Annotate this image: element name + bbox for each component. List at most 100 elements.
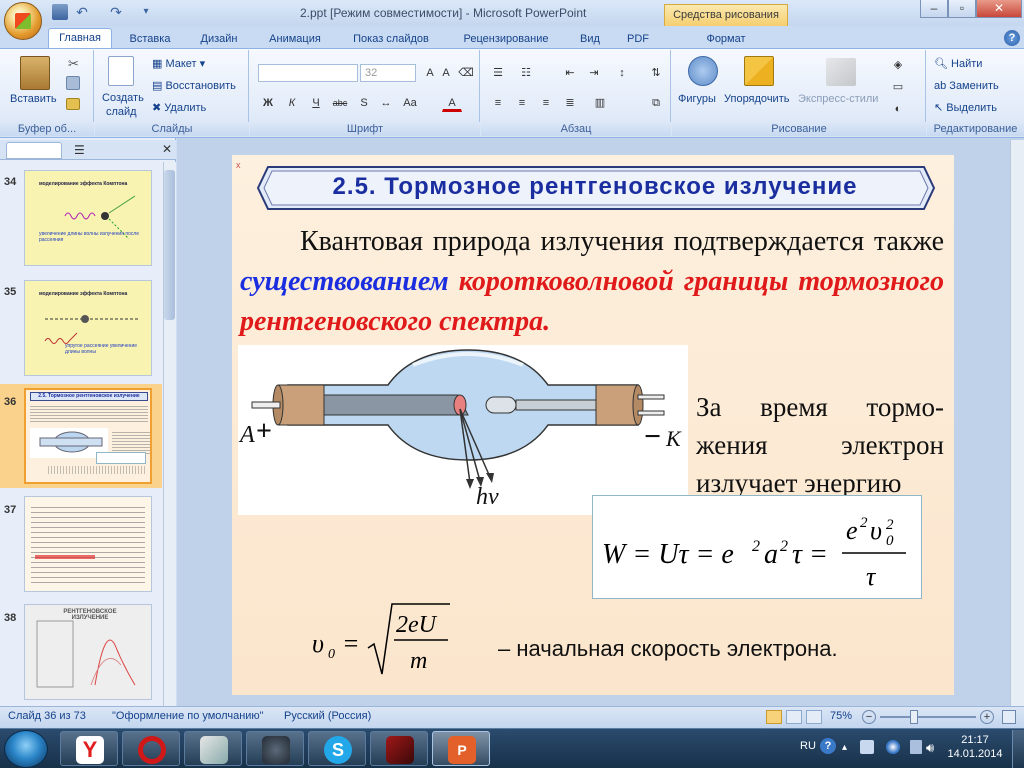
zoom-slider[interactable] (880, 716, 976, 718)
layout-button[interactable]: ▦ Макет ▾ (152, 56, 205, 72)
taskbar-powerpoint[interactable]: P (432, 731, 490, 766)
clear-format-icon[interactable]: ⌫ (456, 64, 476, 82)
tab-animation[interactable]: Анимация (258, 30, 332, 49)
new-slide-label-1[interactable]: Создать (102, 92, 144, 104)
find-button[interactable]: 🔍︎ Найти (934, 56, 982, 72)
bold-button[interactable]: Ж (258, 94, 278, 112)
taskbar-steam[interactable] (246, 731, 304, 766)
start-button[interactable] (4, 730, 48, 768)
slide-paragraph[interactable]: Квантовая природа излучения подтверждает… (240, 222, 944, 342)
slideshow-view-icon[interactable] (806, 710, 822, 724)
maximize-button[interactable]: ▫ (948, 0, 976, 18)
tray-app-icon[interactable] (886, 740, 900, 754)
volume-icon[interactable]: 🔊︎ (926, 740, 934, 756)
paste-icon[interactable] (20, 56, 50, 90)
indent-more-icon[interactable]: ⇥ (584, 64, 604, 82)
outline-tab-icon[interactable]: ☰ (74, 143, 85, 157)
columns-icon[interactable]: ▥ (590, 94, 610, 112)
help-tray-icon[interactable]: ? (820, 738, 836, 754)
line-spacing-icon[interactable]: ↕ (612, 64, 632, 82)
taskbar-yandex[interactable]: Y (60, 731, 118, 766)
indent-less-icon[interactable]: ⇤ (560, 64, 580, 82)
quick-styles-icon[interactable] (826, 58, 856, 86)
format-painter-icon[interactable] (66, 98, 80, 110)
save-icon[interactable] (52, 4, 68, 20)
justify-icon[interactable]: ≣ (560, 94, 580, 112)
velocity-caption[interactable]: – начальная скорость электрона. (498, 636, 838, 662)
side-text[interactable]: За время тормо-жения электрон излучает э… (696, 388, 944, 502)
font-size-input[interactable]: 32 (360, 64, 416, 82)
battery-icon[interactable] (910, 740, 922, 754)
velocity-formula[interactable]: υ 0 = 2eU m (310, 600, 460, 680)
normal-view-icon[interactable] (766, 710, 782, 724)
delete-button[interactable]: ✖ Удалить (152, 100, 206, 116)
zoom-out-icon[interactable]: − (862, 710, 876, 724)
tab-design[interactable]: Дизайн (190, 30, 248, 49)
align-left-icon[interactable]: ≡ (488, 94, 508, 112)
tray-expand-icon[interactable]: ▴ (842, 742, 847, 753)
strike-button[interactable]: abc (330, 94, 350, 112)
reset-button[interactable]: ▤ Восстановить (152, 78, 236, 94)
arrange-icon[interactable] (744, 56, 774, 86)
tab-pdf[interactable]: PDF (618, 30, 658, 49)
undo-icon[interactable]: ↶ (74, 4, 90, 20)
slide-sorter-icon[interactable] (786, 710, 802, 724)
zoom-level[interactable]: 75% (830, 710, 852, 722)
slide-thumbnail-34[interactable]: моделирование эффекта Комптона увеличени… (24, 170, 152, 266)
font-color-icon[interactable]: A (442, 94, 462, 112)
font-name-input[interactable] (258, 64, 358, 82)
slide-title[interactable]: 2.5. Тормозное рентгеновское излучение (270, 170, 920, 204)
slide-thumbnail-35[interactable]: моделирование эффекта Комптона упругое р… (24, 280, 152, 376)
shapes-icon[interactable] (688, 56, 718, 86)
italic-button[interactable]: К (282, 94, 302, 112)
tab-view[interactable]: Вид (570, 30, 610, 49)
smartart-icon[interactable]: ⧉ (646, 94, 666, 112)
new-slide-icon[interactable] (108, 56, 134, 86)
show-desktop-button[interactable] (1012, 730, 1024, 768)
bullets-icon[interactable]: ☰ (488, 64, 508, 82)
align-right-icon[interactable]: ≡ (536, 94, 556, 112)
tab-format[interactable]: Формат (690, 30, 762, 49)
slide-thumbnail-37[interactable] (24, 496, 152, 592)
theme-name[interactable]: "Оформление по умолчанию" (112, 710, 264, 722)
shapes-button[interactable]: Фигуры (678, 93, 716, 105)
help-icon[interactable]: ? (1004, 30, 1020, 46)
paste-button[interactable]: Вставить (10, 93, 57, 105)
fit-slide-icon[interactable] (1002, 710, 1016, 724)
zoom-in-icon[interactable]: + (980, 710, 994, 724)
customize-qat-icon[interactable]: ▾ (138, 4, 154, 20)
minimize-button[interactable]: – (920, 0, 948, 18)
underline-button[interactable]: Ч (306, 94, 326, 112)
shape-outline-icon[interactable]: ▭ (888, 78, 908, 96)
taskbar-kaspersky[interactable] (184, 731, 242, 766)
tab-slideshow[interactable]: Показ слайдов (342, 30, 440, 49)
network-icon[interactable] (860, 740, 874, 754)
taskbar-skype[interactable]: S (308, 731, 366, 766)
shadow-button[interactable]: S (354, 94, 374, 112)
shrink-font-icon[interactable]: A (436, 64, 456, 82)
panel-scroll-thumb[interactable] (164, 170, 175, 320)
panel-close-icon[interactable]: ✕ (162, 142, 172, 156)
select-button[interactable]: ↖ Выделить (934, 100, 997, 116)
shape-fill-icon[interactable]: ◈ (888, 56, 908, 74)
redo-icon[interactable]: ↷ (108, 4, 124, 20)
keyboard-language[interactable]: RU (800, 740, 816, 752)
shape-effects-icon[interactable]: ◐ (888, 100, 908, 118)
align-center-icon[interactable]: ≡ (512, 94, 532, 112)
tab-insert[interactable]: Вставка (122, 30, 178, 49)
case-icon[interactable]: Aa (400, 94, 420, 112)
slide-thumbnail-38[interactable]: РЕНТГЕНОВСКОЕ ИЗЛУЧЕНИЕ (24, 604, 152, 700)
language-status[interactable]: Русский (Россия) (284, 710, 371, 722)
new-slide-label-2[interactable]: слайд (106, 106, 137, 118)
office-button[interactable] (4, 2, 42, 40)
clock[interactable]: 21:17 14.01.2014 (942, 733, 1008, 761)
numbering-icon[interactable]: ☷ (516, 64, 536, 82)
close-button[interactable]: ✕ (976, 0, 1022, 18)
cut-icon[interactable]: ✂ (68, 56, 79, 72)
zoom-slider-thumb[interactable] (910, 710, 918, 724)
taskbar-dota[interactable] (370, 731, 428, 766)
tab-slides-panel[interactable] (6, 142, 62, 159)
tab-review[interactable]: Рецензирование (452, 30, 560, 49)
workspace-scrollbar[interactable] (1010, 140, 1024, 706)
spacing-icon[interactable]: ↔ (376, 94, 396, 112)
